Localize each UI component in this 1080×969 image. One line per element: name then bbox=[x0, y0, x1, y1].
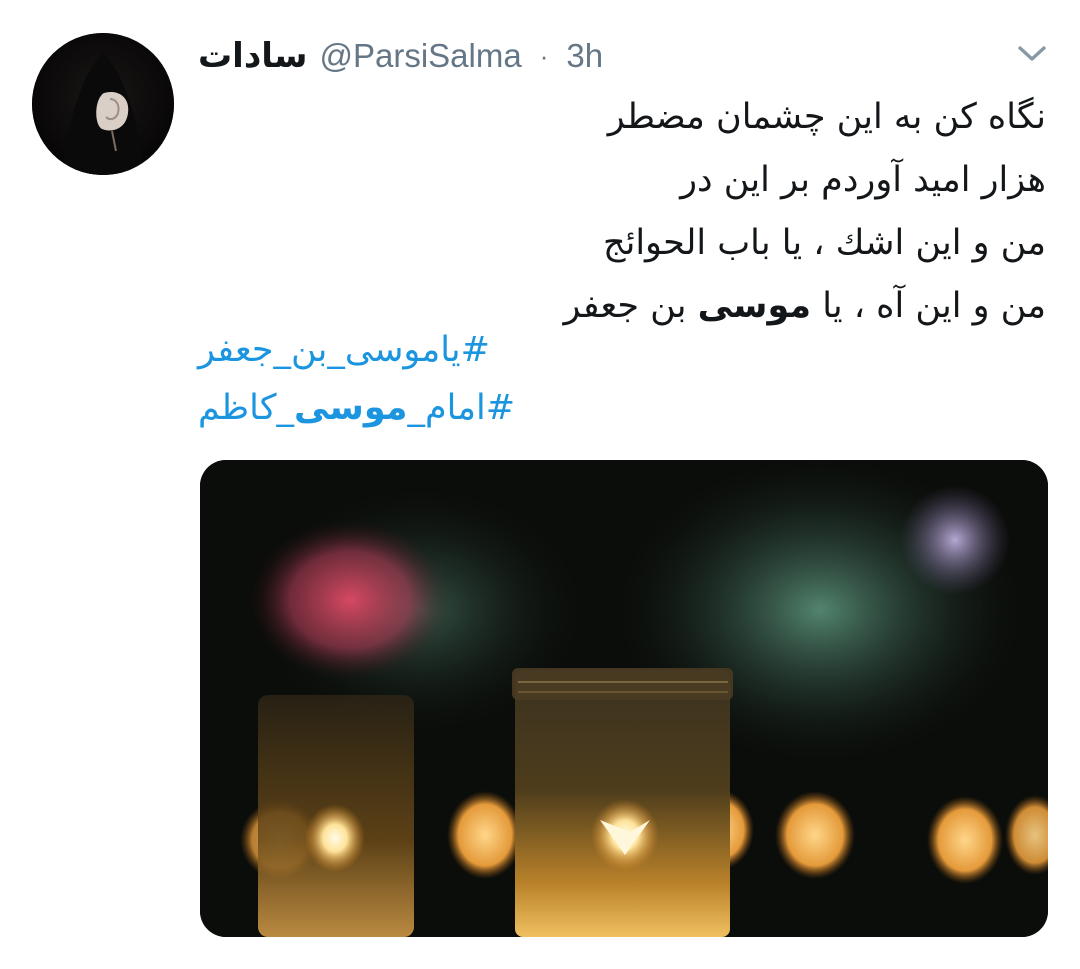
tweet-text-bold: موسی bbox=[697, 286, 812, 326]
tweet-text-segment: بن جعفر bbox=[563, 286, 698, 326]
hashtag-link[interactable]: #امام_موسی_کاظم bbox=[198, 388, 515, 428]
author-display-name[interactable]: سادات bbox=[198, 36, 307, 76]
author-handle[interactable]: @ParsiSalma bbox=[319, 37, 521, 75]
avatar[interactable] bbox=[32, 33, 174, 175]
tweet-text-line: من و این آه ، یا موسی بن جعفر bbox=[186, 275, 1046, 338]
tweet-text-segment: من و این آه ، یا bbox=[811, 286, 1046, 326]
hashtag-segment: #یاموسی_بن_جعفر bbox=[198, 330, 490, 370]
tweet-text: نگاه کن به این چشمان مضطر هزار امید آورد… bbox=[186, 86, 1046, 338]
hashtag-segment: _کاظم bbox=[198, 388, 294, 428]
tweet-text-line: نگاه کن به این چشمان مضطر bbox=[607, 97, 1046, 137]
hashtag-segment: #امام_ bbox=[407, 388, 516, 428]
hashtag-bold: موسی bbox=[293, 388, 408, 428]
tweet-timestamp[interactable]: 3h bbox=[566, 37, 603, 75]
tweet-photo[interactable] bbox=[200, 460, 1048, 937]
hashtag-link[interactable]: #یاموسی_بن_جعفر bbox=[198, 330, 490, 370]
avatar-photo-icon bbox=[32, 33, 174, 175]
tweet-menu-button[interactable] bbox=[1014, 38, 1050, 68]
candles-photo-icon bbox=[200, 460, 1048, 937]
tweet-header: سادات @ParsiSalma · 3h bbox=[198, 30, 603, 82]
tweet-text-line: من و این اشك ، یا باب الحوائج bbox=[602, 223, 1046, 263]
chevron-down-icon bbox=[1018, 46, 1046, 61]
tweet-text-line: هزار امید آوردم بر این در bbox=[680, 160, 1046, 200]
separator-dot: · bbox=[539, 40, 549, 71]
